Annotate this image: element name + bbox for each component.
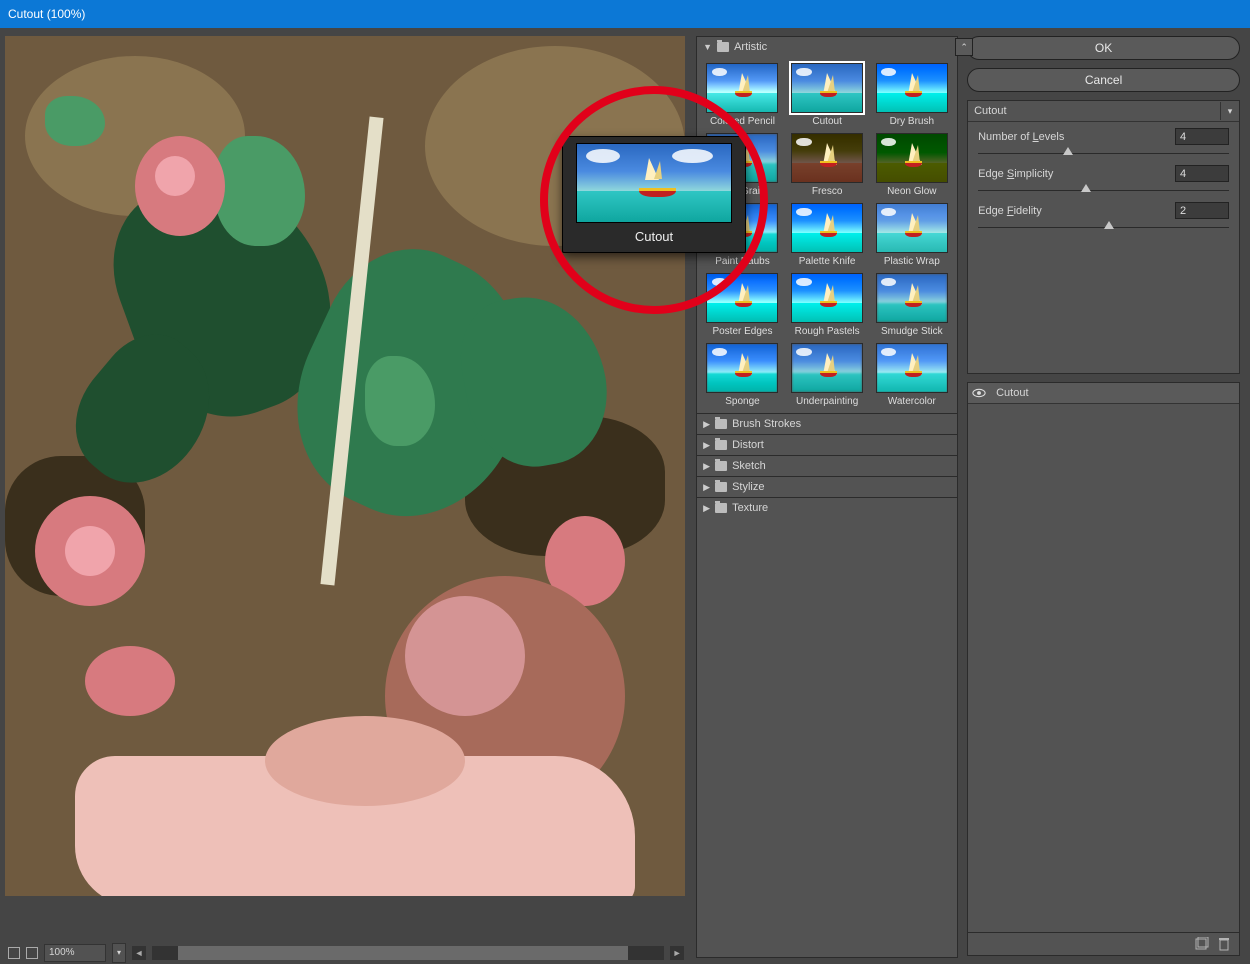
folder-icon — [715, 461, 727, 471]
filter-thumb-label: Poster Edges — [712, 326, 772, 337]
filter-thumb-rough-pastels[interactable]: Rough Pastels — [788, 273, 867, 337]
filter-thumb-label: Palette Knife — [799, 256, 856, 267]
category-distort[interactable]: ▶ Distort — [697, 434, 957, 455]
new-layer-icon[interactable] — [1195, 937, 1209, 951]
zoom-dropdown[interactable]: ▾ — [112, 943, 126, 963]
filter-thumb-label: Dry Brush — [890, 116, 934, 127]
filter-thumb-poster-edges[interactable]: Poster Edges — [703, 273, 782, 337]
filter-thumb-label: Colored Pencil — [710, 116, 775, 127]
actual-pixels-icon[interactable] — [26, 947, 38, 959]
filter-thumb-colored-pencil[interactable]: Colored Pencil — [703, 63, 782, 127]
filter-thumb-sponge[interactable]: Sponge — [703, 343, 782, 407]
expand-icon: ▶ — [703, 461, 710, 472]
filter-thumb-label: Watercolor — [888, 396, 936, 407]
param-label: Edge Simplicity — [978, 168, 1053, 180]
filter-thumb-plastic-wrap[interactable]: Plastic Wrap — [872, 203, 951, 267]
expand-icon: ▶ — [703, 482, 710, 493]
collapse-icon: ▼ — [703, 42, 712, 52]
filter-params-panel: Cutout ▾ Number of Levels Edge Simplicity… — [967, 100, 1240, 374]
param-input[interactable] — [1175, 202, 1229, 219]
scroll-right-icon[interactable]: ► — [670, 946, 684, 960]
filter-thumb-label: Plastic Wrap — [884, 256, 940, 267]
filter-thumb-dry-brush[interactable]: Dry Brush — [872, 63, 951, 127]
category-brush-strokes[interactable]: ▶ Brush Strokes — [697, 413, 957, 434]
zoom-value[interactable]: 100% — [44, 944, 106, 962]
param-input[interactable] — [1175, 165, 1229, 182]
effect-layer-name: Cutout — [990, 387, 1034, 399]
trash-icon[interactable] — [1217, 937, 1231, 951]
category-texture[interactable]: ▶ Texture — [697, 497, 957, 518]
filter-thumb-label: Smudge Stick — [881, 326, 943, 337]
tooltip-thumb — [576, 143, 732, 223]
category-label: Distort — [732, 439, 764, 451]
window-titlebar: Cutout (100%) — [0, 0, 1250, 28]
param-slider[interactable] — [978, 145, 1229, 155]
param-slider[interactable] — [978, 219, 1229, 229]
folder-icon — [715, 440, 727, 450]
effect-layers-panel: Cutout — [967, 382, 1240, 956]
filter-thumb-label: Fresco — [812, 186, 843, 197]
filter-thumb-smudge-stick[interactable]: Smudge Stick — [872, 273, 951, 337]
filter-thumb-label: Neon Glow — [887, 186, 936, 197]
filter-thumb-neon-glow[interactable]: Neon Glow — [872, 133, 951, 197]
tooltip-label: Cutout — [635, 223, 673, 246]
horizontal-scrollbar[interactable] — [152, 946, 664, 960]
filter-tooltip: Cutout — [562, 136, 746, 253]
category-label: Artistic — [734, 41, 767, 53]
param-input[interactable] — [1175, 128, 1229, 145]
folder-icon — [715, 482, 727, 492]
param-row: Edge Fidelity — [968, 196, 1239, 219]
filter-thumb-watercolor[interactable]: Watercolor — [872, 343, 951, 407]
category-label: Brush Strokes — [732, 418, 801, 430]
preview-statusbar: 100% ▾ ◄ ► — [0, 941, 692, 964]
category-artistic[interactable]: ▼ Artistic — [697, 37, 957, 57]
expand-icon: ▶ — [703, 419, 710, 430]
chevron-down-icon: ▾ — [1220, 102, 1239, 120]
category-label: Texture — [732, 502, 768, 514]
filter-thumb-label: Underpainting — [796, 396, 858, 407]
param-row: Edge Simplicity — [968, 159, 1239, 182]
visibility-icon[interactable] — [968, 383, 990, 403]
filter-thumb-cutout[interactable]: Cutout — [788, 63, 867, 127]
category-sketch[interactable]: ▶ Sketch — [697, 455, 957, 476]
cancel-button[interactable]: Cancel — [967, 68, 1240, 92]
category-label: Stylize — [732, 481, 764, 493]
filter-thumb-palette-knife[interactable]: Palette Knife — [788, 203, 867, 267]
category-stylize[interactable]: ▶ Stylize — [697, 476, 957, 497]
filter-thumb-label: Cutout — [812, 116, 841, 127]
collapse-panel-icon[interactable]: ⌃ — [955, 38, 973, 56]
filter-thumb-fresco[interactable]: Fresco — [788, 133, 867, 197]
filter-thumb-label: Sponge — [725, 396, 759, 407]
filter-thumb-label: Rough Pastels — [795, 326, 860, 337]
preview-pane: 100% ▾ ◄ ► Cutout — [0, 28, 692, 964]
expand-icon: ▶ — [703, 440, 710, 451]
param-label: Edge Fidelity — [978, 205, 1042, 217]
filter-select[interactable]: Cutout ▾ — [968, 101, 1239, 122]
scroll-left-icon[interactable]: ◄ — [132, 946, 146, 960]
param-slider[interactable] — [978, 182, 1229, 192]
folder-icon — [717, 42, 729, 52]
ok-button[interactable]: OK — [967, 36, 1240, 60]
category-label: Sketch — [732, 460, 766, 472]
expand-icon: ▶ — [703, 503, 710, 514]
folder-icon — [715, 503, 727, 513]
filter-thumb-label: Paint Daubs — [715, 256, 769, 267]
window-title: Cutout (100%) — [8, 7, 85, 21]
param-label: Number of Levels — [978, 131, 1064, 143]
effect-layer-row[interactable]: Cutout — [968, 383, 1239, 404]
param-row: Number of Levels — [968, 122, 1239, 145]
folder-icon — [715, 419, 727, 429]
filter-thumb-underpainting[interactable]: Underpainting — [788, 343, 867, 407]
fit-screen-icon[interactable] — [8, 947, 20, 959]
filter-select-value: Cutout — [968, 105, 1220, 117]
